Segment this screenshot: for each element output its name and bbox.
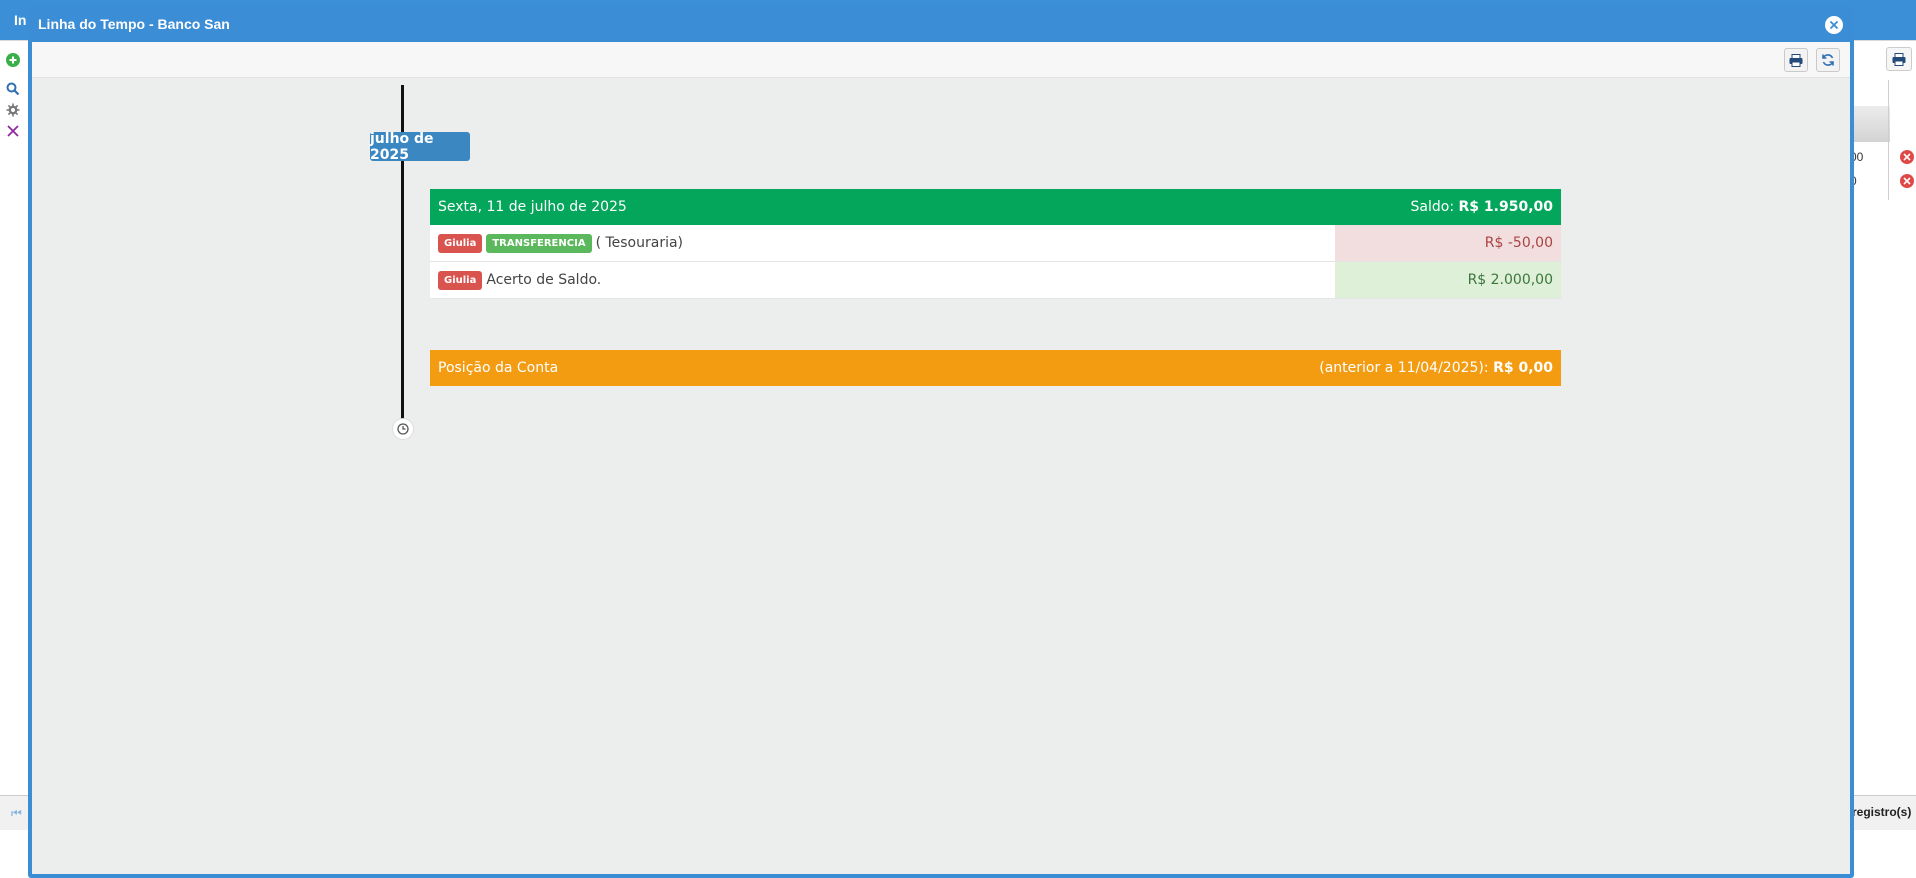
position-title: Posição da Conta <box>438 360 559 376</box>
entry-description: Giulia TRANSFERENCIA ( Tesouraria) <box>430 225 1335 261</box>
month-badge: julho de 2025 <box>370 131 470 163</box>
day-header: Sexta, 11 de julho de 2025 Saldo: R$ 1.9… <box>430 189 1561 225</box>
position-prior: (anterior a 11/04/2025): R$ 0,00 <box>1319 360 1553 376</box>
close-x-icon[interactable] <box>4 122 22 140</box>
table-row: 00 <box>1848 146 1916 168</box>
dialog-body: julho de 2025 Sexta, 11 de julho de 2025… <box>32 42 1850 874</box>
day-balance: Saldo: R$ 1.950,00 <box>1411 199 1553 215</box>
clock-icon <box>392 418 414 440</box>
balance-label: Saldo: <box>1410 199 1455 215</box>
delete-icon[interactable] <box>1900 174 1914 188</box>
prior-label: (anterior a 11/04/2025): <box>1319 360 1489 376</box>
delete-icon[interactable] <box>1900 150 1914 164</box>
user-badge: Giulia <box>438 270 483 290</box>
day-date: Sexta, 11 de julho de 2025 <box>438 199 627 215</box>
refresh-icon <box>1822 54 1834 66</box>
print-button-background[interactable] <box>1886 47 1912 71</box>
search-icon[interactable] <box>4 80 22 98</box>
account-position-bar: Posição da Conta (anterior a 11/04/2025)… <box>430 350 1561 386</box>
entry-description: Giulia Acerto de Saldo. <box>430 262 1335 298</box>
entry-text: ( Tesouraria) <box>595 235 684 251</box>
entry-text: Acerto de Saldo. <box>486 272 602 288</box>
close-circle-icon[interactable] <box>1825 16 1843 34</box>
print-icon <box>1892 52 1906 66</box>
balance-value: R$ 1.950,00 <box>1458 199 1553 215</box>
dialog-title: Linha do Tempo - Banco San <box>38 16 230 32</box>
entry-amount: R$ 2.000,00 <box>1335 262 1561 298</box>
prior-value: R$ 0,00 <box>1493 360 1553 376</box>
print-button[interactable] <box>1784 48 1808 72</box>
gear-icon[interactable] <box>4 101 22 119</box>
user-badge: Giulia <box>438 233 483 253</box>
type-badge: TRANSFERENCIA <box>486 233 592 253</box>
refresh-button[interactable] <box>1816 48 1840 72</box>
records-label: registro(s) <box>1852 805 1912 819</box>
day-card: Sexta, 11 de julho de 2025 Saldo: R$ 1.9… <box>430 189 1561 299</box>
first-page-icon[interactable]: ⏮ <box>11 806 22 821</box>
app-title: In <box>14 12 27 28</box>
add-icon[interactable] <box>4 51 22 69</box>
entry-amount: R$ -50,00 <box>1335 225 1561 261</box>
timeline-dialog: Linha do Tempo - Banco San julho de 2025… <box>28 6 1854 878</box>
list-item[interactable]: Giulia TRANSFERENCIA ( Tesouraria) R$ -5… <box>430 225 1561 262</box>
table-column-header[interactable] <box>1850 106 1890 142</box>
dialog-toolbar <box>32 42 1850 78</box>
list-item[interactable]: Giulia Acerto de Saldo. R$ 2.000,00 <box>430 262 1561 299</box>
print-icon <box>1789 53 1803 67</box>
table-row: 0 <box>1848 170 1916 192</box>
